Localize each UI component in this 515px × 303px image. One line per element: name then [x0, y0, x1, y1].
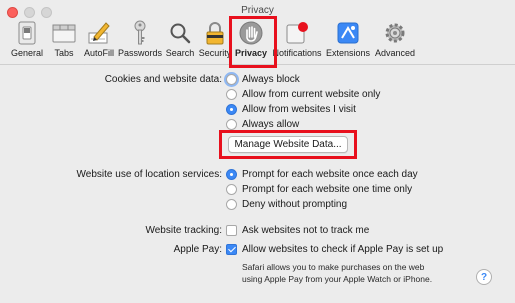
padlock-icon [202, 20, 228, 46]
cookies-option-always-allow[interactable]: Always allow [226, 119, 299, 130]
notification-badge-icon [284, 20, 310, 46]
location-option-one-time-only[interactable]: Prompt for each website one time only [226, 184, 412, 195]
option-label: Always allow [242, 119, 300, 130]
tab-extensions-label: Extensions [325, 48, 371, 58]
gear-icon [382, 20, 408, 46]
tab-security[interactable]: Security [198, 20, 232, 62]
tracking-label: Website tracking: [145, 225, 222, 236]
privacy-tab-highlight [229, 16, 277, 68]
tab-search[interactable]: Search [165, 20, 195, 62]
tab-autofill[interactable]: AutoFill [82, 20, 116, 62]
tab-security-label: Security [198, 48, 232, 58]
apple-pay-note: Safari allows you to make purchases on t… [242, 261, 432, 285]
location-option-once-each-day[interactable]: Prompt for each website once each day [226, 169, 418, 180]
cookies-option-websites-i-visit[interactable]: Allow from websites I visit [226, 104, 356, 115]
tab-notifications-label: Notifications [272, 48, 322, 58]
option-label: Prompt for each website once each day [242, 169, 418, 180]
location-option-deny[interactable]: Deny without prompting [226, 199, 347, 210]
radio-button[interactable] [226, 199, 237, 210]
checkbox[interactable] [226, 244, 237, 255]
option-label: Ask websites not to track me [242, 225, 370, 236]
magnifier-icon [167, 20, 193, 46]
option-label: Deny without prompting [242, 199, 348, 210]
radio-button[interactable] [226, 184, 237, 195]
tab-tabs-label: Tabs [54, 48, 74, 58]
option-label: Allow from current website only [242, 89, 381, 100]
tab-passwords[interactable]: Passwords [118, 20, 163, 62]
tab-advanced[interactable]: Advanced [373, 20, 417, 62]
tab-general-label: General [10, 48, 44, 58]
tracking-option[interactable]: Ask websites not to track me [226, 225, 369, 236]
checkbox[interactable] [226, 225, 237, 236]
radio-button[interactable] [226, 104, 237, 115]
preferences-window: Privacy General Tabs AutoFill Passwords … [0, 0, 515, 303]
manage-website-data-button[interactable]: Manage Website Data... [228, 136, 348, 153]
note-line: Safari allows you to make purchases on t… [242, 262, 425, 272]
tab-general[interactable]: General [10, 20, 44, 62]
option-label: Allow websites to check if Apple Pay is … [242, 244, 444, 255]
radio-button[interactable] [226, 169, 237, 180]
option-label: Prompt for each website one time only [242, 184, 413, 195]
tab-tabs[interactable]: Tabs [50, 20, 78, 62]
cookies-option-always-block[interactable]: Always block [226, 74, 300, 85]
cookies-option-current-website[interactable]: Allow from current website only [226, 89, 380, 100]
option-label: Always block [242, 74, 300, 85]
note-line: using Apple Pay from your Apple Watch or… [242, 274, 433, 284]
help-button[interactable]: ? [476, 269, 492, 285]
general-switch-icon [14, 20, 40, 46]
puzzle-icon [335, 20, 361, 46]
option-label: Allow from websites I visit [242, 104, 356, 115]
tabs-icon [51, 20, 77, 46]
radio-button[interactable] [226, 89, 237, 100]
tab-advanced-label: Advanced [374, 48, 416, 58]
cookies-label: Cookies and website data: [104, 74, 222, 85]
autofill-pencil-icon [86, 20, 112, 46]
radio-button[interactable] [226, 74, 237, 85]
location-label: Website use of location services: [76, 169, 222, 180]
tab-autofill-label: AutoFill [83, 48, 114, 58]
tab-search-label: Search [165, 48, 195, 58]
radio-button[interactable] [226, 119, 237, 130]
apple-pay-option[interactable]: Allow websites to check if Apple Pay is … [226, 244, 443, 255]
apple-pay-label: Apple Pay: [173, 244, 222, 255]
tab-extensions[interactable]: Extensions [326, 20, 370, 62]
tab-passwords-label: Passwords [118, 48, 163, 58]
key-icon [127, 20, 153, 46]
